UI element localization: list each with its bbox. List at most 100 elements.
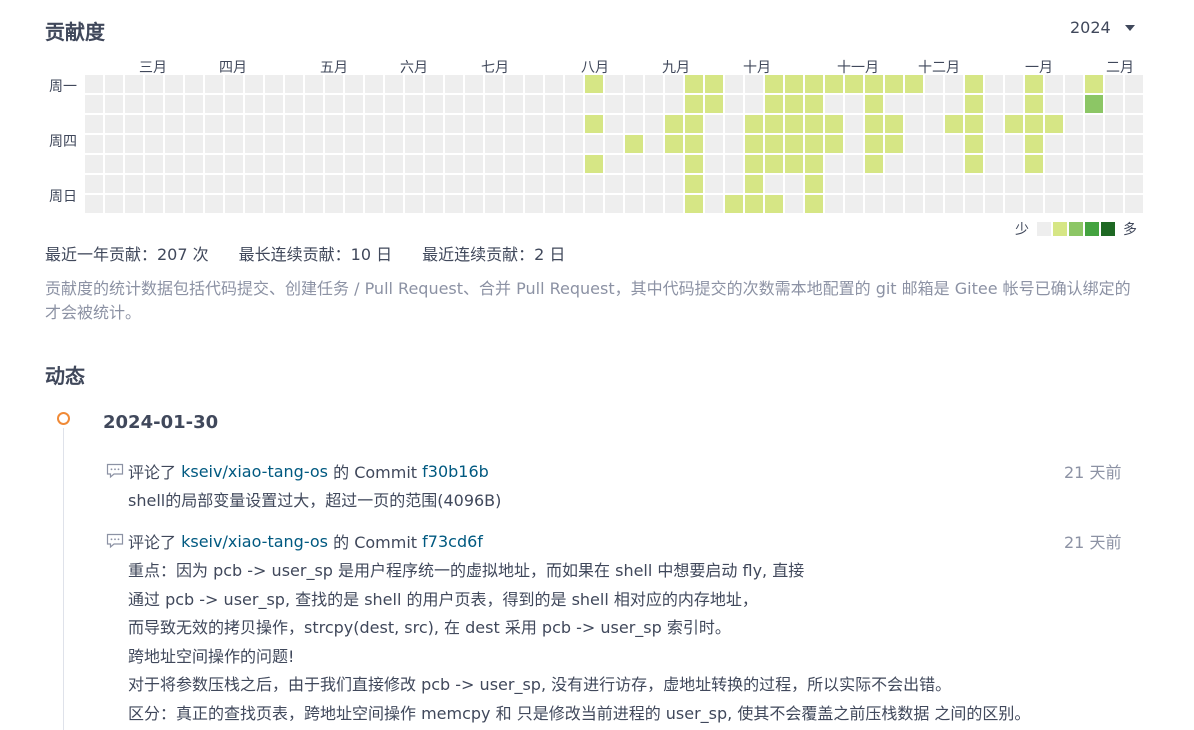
heatmap-cell[interactable] [925,195,943,213]
heatmap-cell[interactable] [325,155,343,173]
heatmap-cell[interactable] [285,155,303,173]
heatmap-cell[interactable] [345,195,363,213]
heatmap-cell[interactable] [745,175,763,193]
heatmap-cell[interactable] [145,115,163,133]
heatmap-cell[interactable] [665,195,683,213]
heatmap-cell[interactable] [405,175,423,193]
heatmap-cell[interactable] [725,135,743,153]
heatmap-cell[interactable] [1065,75,1083,93]
heatmap-cell[interactable] [945,175,963,193]
heatmap-cell[interactable] [1105,195,1123,213]
heatmap-cell[interactable] [465,95,483,113]
heatmap-cell[interactable] [745,115,763,133]
heatmap-cell[interactable] [565,115,583,133]
heatmap-cell[interactable] [965,75,983,93]
heatmap-cell[interactable] [465,195,483,213]
heatmap-cell[interactable] [685,175,703,193]
heatmap-cell[interactable] [825,175,843,193]
heatmap-cell[interactable] [145,75,163,93]
heatmap-cell[interactable] [1105,75,1123,93]
heatmap-cell[interactable] [725,195,743,213]
heatmap-cell[interactable] [885,135,903,153]
heatmap-cell[interactable] [525,175,543,193]
heatmap-cell[interactable] [685,195,703,213]
heatmap-cell[interactable] [865,195,883,213]
heatmap-cell[interactable] [645,135,663,153]
heatmap-cell[interactable] [125,135,143,153]
heatmap-cell[interactable] [665,135,683,153]
heatmap-cell[interactable] [205,95,223,113]
repo-link[interactable]: kseiv/xiao-tang-os [181,532,328,551]
heatmap-cell[interactable] [945,115,963,133]
heatmap-cell[interactable] [705,95,723,113]
heatmap-cell[interactable] [725,75,743,93]
heatmap-cell[interactable] [645,155,663,173]
heatmap-cell[interactable] [845,175,863,193]
heatmap-cell[interactable] [225,115,243,133]
heatmap-cell[interactable] [385,75,403,93]
heatmap-cell[interactable] [745,135,763,153]
heatmap-cell[interactable] [485,115,503,133]
heatmap-cell[interactable] [505,115,523,133]
heatmap-cell[interactable] [705,75,723,93]
heatmap-cell[interactable] [925,75,943,93]
heatmap-cell[interactable] [1105,175,1123,193]
heatmap-cell[interactable] [845,115,863,133]
heatmap-cell[interactable] [265,95,283,113]
heatmap-cell[interactable] [445,75,463,93]
heatmap-cell[interactable] [525,135,543,153]
heatmap-cell[interactable] [565,175,583,193]
heatmap-cell[interactable] [1125,135,1143,153]
heatmap-cell[interactable] [785,195,803,213]
heatmap-cell[interactable] [185,175,203,193]
heatmap-cell[interactable] [785,135,803,153]
heatmap-cell[interactable] [485,155,503,173]
heatmap-cell[interactable] [945,95,963,113]
heatmap-cell[interactable] [1005,75,1023,93]
heatmap-cell[interactable] [905,195,923,213]
heatmap-cell[interactable] [105,95,123,113]
heatmap-cell[interactable] [885,155,903,173]
heatmap-cell[interactable] [1065,175,1083,193]
heatmap-cell[interactable] [165,175,183,193]
heatmap-cell[interactable] [805,195,823,213]
heatmap-cell[interactable] [505,195,523,213]
heatmap-cell[interactable] [385,95,403,113]
heatmap-cell[interactable] [305,135,323,153]
heatmap-cell[interactable] [245,95,263,113]
heatmap-cell[interactable] [1085,135,1103,153]
heatmap-cell[interactable] [965,115,983,133]
heatmap-cell[interactable] [105,175,123,193]
heatmap-cell[interactable] [425,135,443,153]
heatmap-cell[interactable] [1105,135,1123,153]
heatmap-cell[interactable] [805,175,823,193]
heatmap-cell[interactable] [665,115,683,133]
heatmap-cell[interactable] [145,135,163,153]
heatmap-cell[interactable] [1105,155,1123,173]
heatmap-cell[interactable] [905,155,923,173]
heatmap-cell[interactable] [1105,115,1123,133]
heatmap-cell[interactable] [945,155,963,173]
heatmap-cell[interactable] [1005,115,1023,133]
heatmap-cell[interactable] [465,155,483,173]
heatmap-cell[interactable] [1045,115,1063,133]
heatmap-cell[interactable] [845,135,863,153]
heatmap-cell[interactable] [925,155,943,173]
heatmap-cell[interactable] [585,95,603,113]
heatmap-cell[interactable] [345,75,363,93]
heatmap-cell[interactable] [1005,175,1023,193]
heatmap-cell[interactable] [1085,175,1103,193]
heatmap-cell[interactable] [885,115,903,133]
heatmap-cell[interactable] [205,195,223,213]
heatmap-cell[interactable] [665,75,683,93]
heatmap-cell[interactable] [645,95,663,113]
heatmap-cell[interactable] [585,135,603,153]
heatmap-cell[interactable] [285,135,303,153]
heatmap-cell[interactable] [1065,195,1083,213]
heatmap-cell[interactable] [445,135,463,153]
heatmap-cell[interactable] [245,115,263,133]
heatmap-cell[interactable] [765,175,783,193]
heatmap-cell[interactable] [325,75,343,93]
heatmap-cell[interactable] [1125,155,1143,173]
heatmap-cell[interactable] [465,175,483,193]
